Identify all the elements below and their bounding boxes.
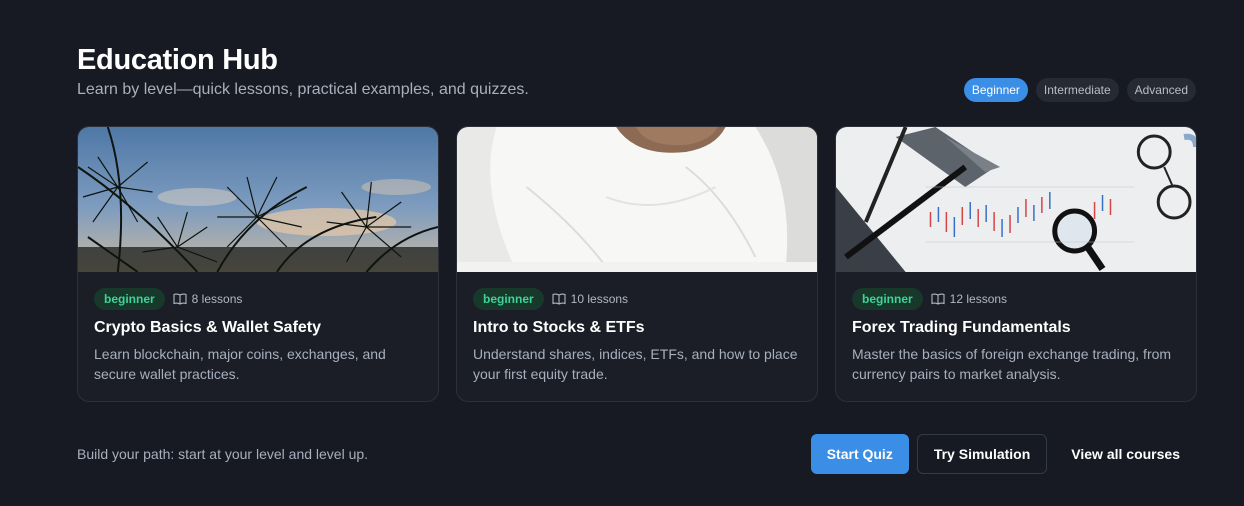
level-badge: beginner <box>94 288 165 310</box>
lesson-count: 10 lessons <box>552 292 628 306</box>
level-badge: beginner <box>473 288 544 310</box>
pine-branches-image <box>78 127 438 272</box>
page-subtitle: Learn by level—quick lessons, practical … <box>77 81 529 98</box>
level-pill-intermediate[interactable]: Intermediate <box>1035 78 1119 102</box>
card-title: Crypto Basics & Wallet Safety <box>94 319 322 336</box>
course-card-stocks[interactable]: beginner 10 lessons Intro to Stocks & ET… <box>456 126 818 402</box>
card-title: Forex Trading Fundamentals <box>852 319 1071 336</box>
course-card-forex[interactable]: beginner 12 lessons Forex Trading Fundam… <box>835 126 1197 402</box>
card-description: Master the basics of foreign exchange tr… <box>852 346 1172 382</box>
page-title: Education Hub <box>77 44 278 76</box>
try-simulation-button[interactable]: Try Simulation <box>916 434 1048 474</box>
book-icon <box>552 293 566 305</box>
lesson-count: 8 lessons <box>173 292 243 306</box>
person-sweater-image <box>457 127 817 272</box>
level-pill-advanced[interactable]: Advanced <box>1126 78 1196 102</box>
course-card-crypto[interactable]: beginner 8 lessons Crypto Basics & Walle… <box>77 126 439 402</box>
lesson-count-text: 12 lessons <box>949 292 1008 306</box>
forex-chart-image <box>836 127 1196 272</box>
view-all-courses-link[interactable]: View all courses <box>1055 434 1196 474</box>
card-description: Understand shares, indices, ETFs, and ho… <box>473 346 798 382</box>
lesson-count-text: 10 lessons <box>570 292 629 306</box>
level-pill-beginner[interactable]: Beginner <box>963 78 1028 102</box>
card-title: Intro to Stocks & ETFs <box>473 319 645 336</box>
level-badge: beginner <box>852 288 923 310</box>
footer-tagline: Build your path: start at your level and… <box>77 446 369 462</box>
start-quiz-button[interactable]: Start Quiz <box>810 434 909 474</box>
course-cards: beginner 8 lessons Crypto Basics & Walle… <box>77 126 1197 402</box>
lesson-count: 12 lessons <box>931 292 1007 306</box>
lesson-count-text: 8 lessons <box>191 292 243 306</box>
level-filter: Beginner Intermediate Advanced <box>963 78 1196 102</box>
card-description: Learn blockchain, major coins, exchanges… <box>94 346 386 382</box>
book-icon <box>173 293 187 305</box>
footer-actions: Start Quiz Try Simulation View all cours… <box>810 434 1196 474</box>
book-icon <box>931 293 945 305</box>
